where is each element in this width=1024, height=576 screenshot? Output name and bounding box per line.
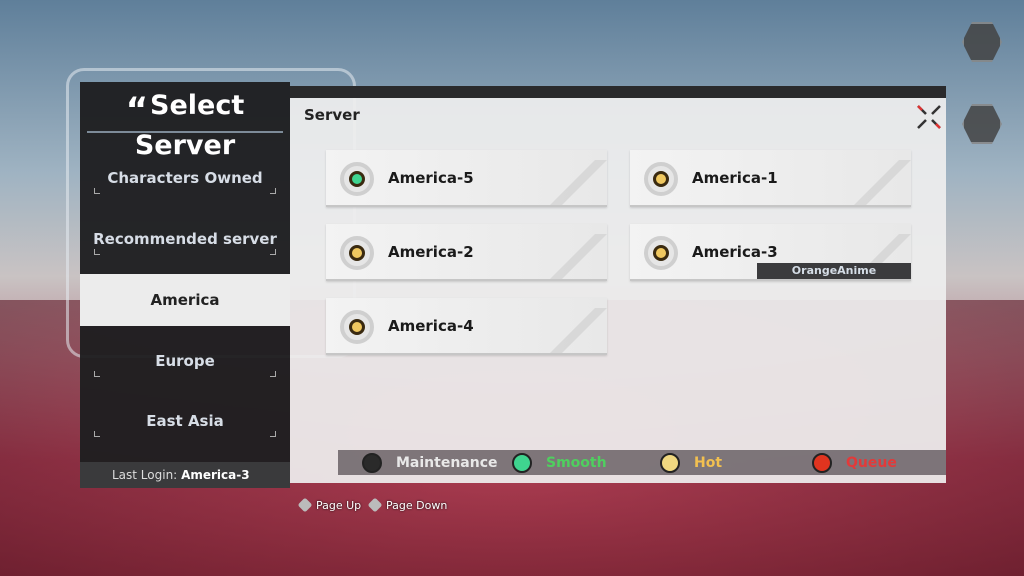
legend-hot: Hot bbox=[694, 455, 723, 471]
sidebar-item-america[interactable]: America bbox=[80, 274, 290, 326]
maintenance-icon bbox=[362, 453, 382, 473]
divider bbox=[87, 131, 283, 133]
page-down-hint[interactable]: Page Down bbox=[367, 497, 448, 513]
last-login-label: Last Login: bbox=[112, 468, 178, 482]
status-icon bbox=[340, 236, 374, 270]
panel-topbar bbox=[290, 86, 946, 98]
panel-header: Server bbox=[304, 106, 360, 124]
decor-stripe bbox=[535, 308, 607, 353]
status-icon bbox=[340, 162, 374, 196]
quote-mark: “ bbox=[125, 90, 149, 130]
sidebar-item-recommended[interactable]: Recommended server bbox=[80, 213, 290, 265]
server-name: America-4 bbox=[388, 317, 474, 335]
sidebar-item-europe[interactable]: Europe bbox=[80, 335, 290, 387]
last-login: Last Login: America-3 bbox=[80, 462, 290, 488]
sidebar-item-characters-owned[interactable]: Characters Owned bbox=[80, 152, 290, 204]
last-login-value: America-3 bbox=[181, 468, 250, 482]
status-legend: Maintenance Smooth Hot Queue bbox=[338, 450, 946, 475]
server-card-america-4[interactable]: America-4 bbox=[326, 298, 607, 355]
legend-queue: Queue bbox=[846, 455, 897, 471]
dpad-down-icon bbox=[367, 497, 383, 513]
decor-stripe bbox=[839, 160, 911, 205]
page-down-label: Page Down bbox=[386, 498, 448, 512]
side-menu-button[interactable] bbox=[962, 22, 1002, 62]
page-up-hint[interactable]: Page Up bbox=[297, 497, 362, 513]
page-title: “Select Server bbox=[80, 90, 290, 161]
sidebar-item-east-asia[interactable]: East Asia bbox=[80, 395, 290, 447]
label: Europe bbox=[155, 352, 215, 370]
decor-stripe bbox=[535, 234, 607, 279]
dpad-up-icon bbox=[297, 497, 313, 513]
server-name: America-2 bbox=[388, 243, 474, 261]
status-icon bbox=[340, 310, 374, 344]
decor-stripe bbox=[535, 160, 607, 205]
character-tag: OrangeAnime bbox=[757, 263, 911, 279]
server-name: America-3 bbox=[692, 243, 778, 261]
region-server-panel: Server America-5 America-1 America-2 Americ… bbox=[290, 98, 946, 483]
server-card-america-2[interactable]: America-2 bbox=[326, 224, 607, 281]
label: America bbox=[150, 291, 220, 309]
legend-smooth: Smooth bbox=[546, 455, 607, 471]
page-up-label: Page Up bbox=[316, 498, 362, 512]
smooth-icon bbox=[512, 453, 532, 473]
server-card-america-1[interactable]: America-1 bbox=[630, 150, 911, 207]
server-name: America-5 bbox=[388, 169, 474, 187]
title-text: Select Server bbox=[134, 90, 245, 161]
region-sidebar: “Select Server Characters Owned Recommen… bbox=[80, 82, 290, 488]
label: East Asia bbox=[146, 412, 224, 430]
label: Recommended server bbox=[93, 230, 277, 248]
server-name: America-1 bbox=[692, 169, 778, 187]
legend-maintenance: Maintenance bbox=[396, 455, 498, 471]
hot-icon bbox=[660, 453, 680, 473]
queue-icon bbox=[812, 453, 832, 473]
side-settings-button[interactable] bbox=[962, 104, 1002, 144]
status-icon bbox=[644, 236, 678, 270]
server-card-america-5[interactable]: America-5 bbox=[326, 150, 607, 207]
label: Characters Owned bbox=[107, 169, 263, 187]
status-icon bbox=[644, 162, 678, 196]
server-card-america-3[interactable]: America-3 OrangeAnime bbox=[630, 224, 911, 281]
close-icon[interactable] bbox=[916, 104, 942, 130]
